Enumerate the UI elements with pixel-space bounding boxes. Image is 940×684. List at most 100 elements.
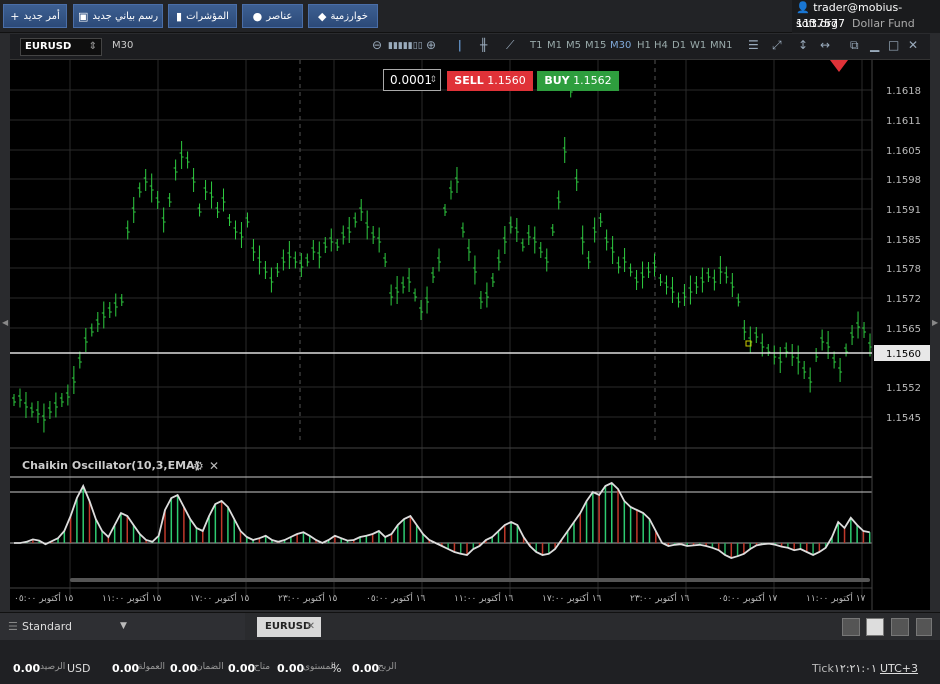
vertical-line-icon[interactable]: ↕ <box>798 38 808 52</box>
clock: ١٢:٢١:٠١ <box>834 662 877 675</box>
bottom-tab-bar: ☰ Standard ▼ EURUSD ✕ <box>0 612 940 640</box>
layout-grid-button[interactable] <box>866 618 884 636</box>
timeframe-m5[interactable]: M5 <box>566 40 581 51</box>
price-chart[interactable]: Chaikin Oscillator(10,3,EMA)⚙✕2 000.0000… <box>10 60 930 610</box>
price-axis-bg <box>872 60 930 610</box>
timeframe-h1[interactable]: H1 <box>637 40 651 51</box>
chevron-down-icon: ▼ <box>120 621 127 631</box>
time-tick: ١٦ أكتوبر ٠٥:٠٠ <box>366 592 426 604</box>
chart-toolbar: EURUSD ⇕ M30 ⊖ ▮▮▮▮▮▯▯ ⊕ ǀ ╫ ⟋ T1 M1 M5 M15 M… <box>10 34 930 60</box>
zoom-slider[interactable]: ▮▮▮▮▮▯▯ <box>388 41 423 51</box>
profit-value: 0.00 <box>352 662 380 675</box>
detach-icon[interactable]: ⧉ <box>850 38 859 53</box>
stepper-icon[interactable]: ⇕ <box>429 70 437 90</box>
timeframe-m30[interactable]: M30 <box>610 40 631 51</box>
time-tick: ١٦ أكتوبر ١٧:٠٠ <box>542 592 602 604</box>
plus-icon: + <box>10 9 20 23</box>
sell-button[interactable]: SELL 1.1560 <box>447 71 533 91</box>
timeframe-h4[interactable]: H4 <box>654 40 668 51</box>
time-tick: ١٦ أكتوبر ١١:٠٠ <box>454 592 514 604</box>
minimize-icon[interactable]: ▁ <box>870 38 879 52</box>
time-tick: ١٧ أكتوبر ٠٥:٠٠ <box>718 592 778 604</box>
price-tick: 1.1605 <box>886 146 921 157</box>
zoom-out-icon[interactable]: ⊖ <box>372 38 382 52</box>
diamond-icon: ◆ <box>318 9 327 23</box>
currency-label: USD <box>67 662 91 675</box>
price-tick: 1.1585 <box>886 235 921 246</box>
menu-icon: ☰ <box>8 620 18 633</box>
indicator-title: Chaikin Oscillator(10,3,EMA) <box>22 459 200 472</box>
profit-label: الربح <box>378 662 397 672</box>
time-tick: ١٦ أكتوبر ٢٣:٠٠ <box>630 592 690 604</box>
layout-select[interactable]: ☰ Standard ▼ <box>0 613 245 640</box>
dropdown-icon: ⇕ <box>88 41 97 52</box>
price-tick: 1.1578 <box>886 264 921 275</box>
margin-value: 0.00 <box>170 662 198 675</box>
price-tick: 1.1545 <box>886 413 921 424</box>
price-tick: 1.1565 <box>886 324 921 335</box>
period-label: M30 <box>112 40 134 51</box>
price-tick: 1.1552 <box>886 383 921 394</box>
time-tick: ١٥ أكتوبر ٠٥:٠٠ <box>14 592 74 604</box>
close-icon[interactable]: ✕ <box>908 38 918 52</box>
layout-single-button[interactable] <box>842 618 860 636</box>
tick-label: Tick <box>812 662 834 675</box>
symbol-select[interactable]: EURUSD ⇕ <box>20 38 102 56</box>
new-chart-button[interactable]: ▣ رسم بياني جديد <box>73 4 163 28</box>
horizontal-line-icon[interactable]: ↔ <box>820 38 830 52</box>
indicator-close-icon[interactable]: ✕ <box>209 459 219 473</box>
elements-button[interactable]: ● عناصر <box>242 4 303 28</box>
bar-chart-type-icon[interactable]: ǀ <box>458 38 462 52</box>
indicators-button[interactable]: ▮ المؤشرات <box>168 4 237 28</box>
level-value: 0.00 <box>277 662 305 675</box>
candle-chart-type-icon[interactable]: ╫ <box>480 38 487 52</box>
timezone-select[interactable]: UTC+3 <box>880 662 918 675</box>
chart-window[interactable]: EURUSD ⇕ M30 ⊖ ▮▮▮▮▮▯▯ ⊕ ǀ ╫ ⟋ T1 M1 M5 M15 M… <box>10 34 930 610</box>
commission-value: 0.00 <box>112 662 140 675</box>
tab-eurusd[interactable]: EURUSD ✕ <box>257 617 321 637</box>
trendline-icon[interactable]: ⤢ <box>772 38 782 53</box>
user-icon: 👤 <box>796 1 810 14</box>
available-label: متاح <box>254 662 271 672</box>
line-chart-type-icon[interactable]: ⟋ <box>506 38 514 53</box>
account-panel[interactable]: 👤 trader@mobius-soft.org 1137577 Dollar … <box>792 0 940 33</box>
price-tick: 1.1572 <box>886 294 921 305</box>
top-toolbar: + أمر جديد ▣ رسم بياني جديد ▮ المؤشرات ● عنا… <box>0 0 940 33</box>
balance-value: 0.00 <box>13 662 41 675</box>
timeframe-mn1[interactable]: MN1 <box>710 40 732 51</box>
algorithms-button[interactable]: ◆ خوارزمية <box>308 4 378 28</box>
horizontal-scrollbar[interactable] <box>70 578 870 582</box>
layout-rows-button[interactable] <box>916 618 932 636</box>
indicator-settings-icon[interactable]: ☰ <box>748 38 759 52</box>
timeframe-t1[interactable]: T1 <box>530 40 542 51</box>
timeframe-m1[interactable]: M1 <box>547 40 562 51</box>
level-unit: % <box>331 662 342 675</box>
chart-icon: ▣ <box>77 9 89 23</box>
time-tick: ١٧ أكتوبر ١١:٠٠ <box>806 592 866 604</box>
zoom-in-icon[interactable]: ⊕ <box>426 38 436 52</box>
commission-label: العمولة <box>138 662 166 672</box>
timeframe-w1[interactable]: W1 <box>690 40 706 51</box>
quantity-input[interactable]: 0.0001 ⇕ <box>383 69 441 91</box>
buy-button[interactable]: BUY 1.1562 <box>537 71 619 91</box>
elements-icon: ● <box>252 9 263 23</box>
timeframe-d1[interactable]: D1 <box>672 40 686 51</box>
account-info: 1137577 Dollar Fund <box>796 17 915 30</box>
time-tick: ١٥ أكتوبر ٢٣:٠٠ <box>278 592 338 604</box>
bar-chart-icon: ▮ <box>176 9 183 23</box>
indicator-settings-icon[interactable]: ⚙ <box>193 459 204 473</box>
left-panel-edge[interactable]: ◀ <box>0 34 10 610</box>
new-order-button[interactable]: + أمر جديد <box>3 4 67 28</box>
timeframe-m15[interactable]: M15 <box>585 40 606 51</box>
current-price-label: 1.1560 <box>886 349 921 360</box>
account-user: 👤 trader@mobius-soft.org <box>796 1 903 30</box>
expand-right-icon: ▶ <box>932 318 939 327</box>
margin-label: الضمان <box>196 662 224 672</box>
balance-label: الرصيد <box>40 662 66 672</box>
layout-columns-button[interactable] <box>891 618 909 636</box>
close-tab-icon[interactable]: ✕ <box>307 617 315 637</box>
time-tick: ١٥ أكتوبر ١٧:٠٠ <box>190 592 250 604</box>
maximize-icon[interactable]: □ <box>888 38 899 52</box>
time-tick: ١٥ أكتوبر ١١:٠٠ <box>102 592 162 604</box>
right-panel-edge[interactable]: ▶ <box>930 34 940 610</box>
